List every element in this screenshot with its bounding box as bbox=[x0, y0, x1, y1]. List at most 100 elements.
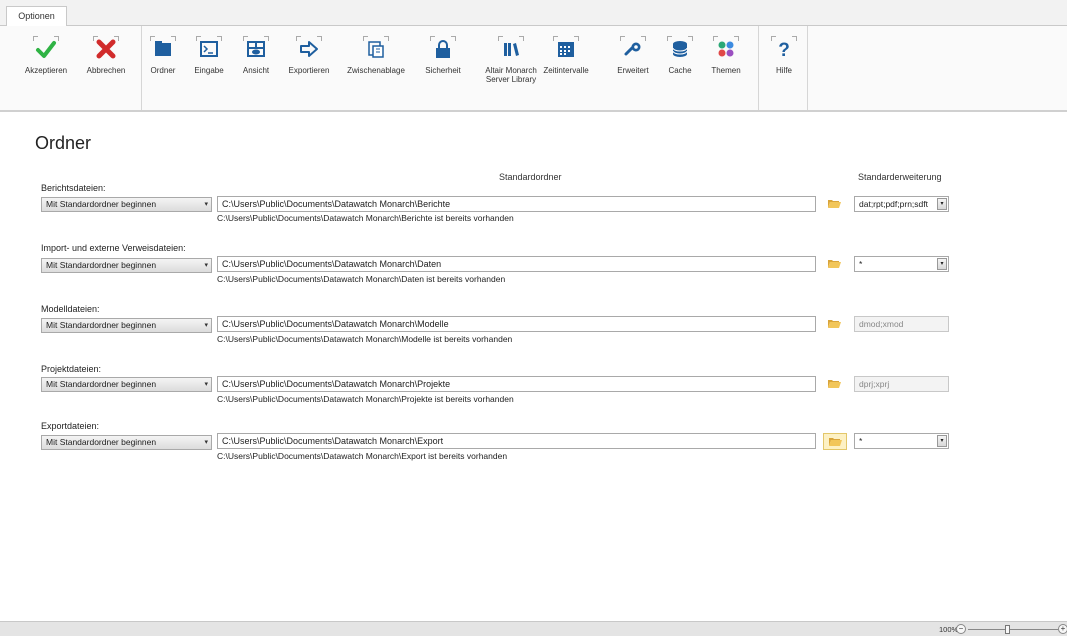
path-input-berichte[interactable]: C:\Users\Public\Documents\Datawatch Mona… bbox=[217, 196, 816, 212]
calendar-icon bbox=[553, 36, 579, 60]
mode-dropdown-berichte[interactable]: Mit Standardordner beginnen ▾ bbox=[41, 197, 212, 212]
page-title: Ordner bbox=[35, 133, 92, 153]
mode-value: Mit Standardordner beginnen bbox=[46, 320, 157, 330]
ribbon: Akzeptieren Abbrechen Ordner Eingabe Ans… bbox=[0, 26, 1067, 112]
accept-label: Akzeptieren bbox=[24, 66, 68, 75]
mode-value: Mit Standardordner beginnen bbox=[46, 379, 157, 389]
hilfe-label: Hilfe bbox=[775, 66, 792, 75]
cancel-button[interactable]: Abbrechen bbox=[84, 36, 128, 75]
ext-select-export[interactable]: * ▾ bbox=[854, 433, 949, 449]
ordner-label: Ordner bbox=[150, 66, 176, 75]
ribbon-exportieren-button[interactable]: Exportieren bbox=[284, 36, 334, 75]
folder-open-icon bbox=[828, 380, 841, 388]
accept-button[interactable]: Akzeptieren bbox=[22, 36, 70, 75]
ext-value: dat;rpt;pdf;prn;sdft bbox=[859, 199, 928, 209]
ansicht-label: Ansicht bbox=[242, 66, 270, 75]
view-icon bbox=[243, 36, 269, 60]
col-header-standarderweiterung: Standarderweiterung bbox=[858, 172, 942, 182]
exportieren-label: Exportieren bbox=[288, 66, 330, 75]
status-daten: C:\Users\Public\Documents\Datawatch Mona… bbox=[217, 274, 506, 284]
sicherheit-label: Sicherheit bbox=[425, 66, 461, 75]
path-input-export[interactable]: C:\Users\Public\Documents\Datawatch Mona… bbox=[217, 433, 816, 449]
ribbon-eingabe-button[interactable]: Eingabe bbox=[191, 36, 227, 75]
folder-open-icon bbox=[829, 438, 842, 446]
col-header-standardordner: Standardordner bbox=[499, 172, 562, 182]
mode-dropdown-export[interactable]: Mit Standardordner beginnen ▾ bbox=[41, 435, 212, 450]
browse-folder-button-daten[interactable] bbox=[823, 256, 847, 273]
ribbon-ansicht-button[interactable]: Ansicht bbox=[239, 36, 273, 75]
zoom-in-button[interactable]: + bbox=[1058, 624, 1067, 634]
folder-open-icon bbox=[828, 320, 841, 328]
ribbon-themen-button[interactable]: Themen bbox=[707, 36, 745, 75]
mode-dropdown-modelle[interactable]: Mit Standardordner beginnen ▾ bbox=[41, 318, 212, 333]
cache-label: Cache bbox=[668, 66, 692, 75]
status-modelle: C:\Users\Public\Documents\Datawatch Mona… bbox=[217, 334, 513, 344]
row-label-import: Import- und externe Verweisdateien: bbox=[41, 243, 186, 253]
palette-icon bbox=[713, 36, 739, 60]
zoom-slider-thumb[interactable] bbox=[1005, 625, 1010, 634]
eingabe-label: Eingabe bbox=[194, 66, 224, 75]
ribbon-group-categories: Ordner Eingabe Ansicht Exportieren Zwisc… bbox=[142, 26, 759, 110]
folder-icon bbox=[150, 36, 176, 60]
ribbon-group-help: ? Hilfe bbox=[759, 26, 808, 110]
row-label-projektdateien: Projektdateien: bbox=[41, 364, 102, 374]
chevron-down-icon: ▾ bbox=[937, 198, 947, 210]
browse-folder-button-export[interactable] bbox=[823, 433, 847, 450]
browse-folder-button-modelle[interactable] bbox=[823, 316, 847, 333]
ribbon-zwischenablage-button[interactable]: Zwischenablage bbox=[344, 36, 408, 75]
browse-folder-button-projekte[interactable] bbox=[823, 376, 847, 393]
tab-optionen[interactable]: Optionen bbox=[6, 6, 67, 27]
themen-label: Themen bbox=[711, 66, 741, 75]
row-label-exportdateien: Exportdateien: bbox=[41, 421, 100, 431]
ribbon-ordner-button[interactable]: Ordner bbox=[148, 36, 178, 75]
ribbon-cache-button[interactable]: Cache bbox=[664, 36, 696, 75]
ribbon-group-actions: Akzeptieren Abbrechen bbox=[0, 26, 142, 110]
mode-dropdown-daten[interactable]: Mit Standardordner beginnen ▾ bbox=[41, 258, 212, 273]
zwischenablage-label: Zwischenablage bbox=[347, 66, 405, 75]
path-input-projekte[interactable]: C:\Users\Public\Documents\Datawatch Mona… bbox=[217, 376, 816, 392]
browse-folder-button-berichte[interactable] bbox=[823, 196, 847, 213]
database-icon bbox=[667, 36, 693, 60]
path-input-modelle[interactable]: C:\Users\Public\Documents\Datawatch Mona… bbox=[217, 316, 816, 332]
mode-value: Mit Standardordner beginnen bbox=[46, 260, 157, 270]
chevron-down-icon: ▾ bbox=[204, 201, 208, 208]
chevron-down-icon: ▾ bbox=[937, 258, 947, 270]
folder-open-icon bbox=[828, 200, 841, 208]
status-export: C:\Users\Public\Documents\Datawatch Mona… bbox=[217, 451, 508, 461]
mode-dropdown-projekte[interactable]: Mit Standardordner beginnen ▾ bbox=[41, 377, 212, 392]
chevron-down-icon: ▾ bbox=[204, 262, 208, 269]
ext-select-daten[interactable]: * ▾ bbox=[854, 256, 949, 272]
server-library-label-2: Server Library bbox=[485, 75, 537, 84]
zoom-slider[interactable] bbox=[968, 629, 1058, 630]
zoom-out-button[interactable]: − bbox=[956, 624, 966, 634]
library-icon bbox=[498, 36, 524, 60]
row-label-berichtsdateien: Berichtsdateien: bbox=[41, 183, 106, 193]
mode-value: Mit Standardordner beginnen bbox=[46, 199, 157, 209]
ext-value: * bbox=[859, 436, 863, 446]
status-bar: 100% − + bbox=[0, 621, 1067, 636]
cancel-label: Abbrechen bbox=[86, 66, 126, 75]
row-label-modelldateien: Modelldateien: bbox=[41, 304, 100, 314]
ribbon-hilfe-button[interactable]: ? Hilfe bbox=[769, 36, 799, 75]
path-input-daten[interactable]: C:\Users\Public\Documents\Datawatch Mona… bbox=[217, 256, 816, 272]
export-arrow-icon bbox=[296, 36, 322, 60]
ext-value: * bbox=[859, 259, 863, 269]
zeitintervalle-label: Zeitintervalle bbox=[543, 66, 589, 75]
folder-open-icon bbox=[828, 260, 841, 268]
ext-select-berichte[interactable]: dat;rpt;pdf;prn;sdft ▾ bbox=[854, 196, 949, 212]
chevron-down-icon: ▾ bbox=[204, 439, 208, 446]
erweitert-label: Erweitert bbox=[617, 66, 649, 75]
mode-value: Mit Standardordner beginnen bbox=[46, 437, 157, 447]
lock-icon bbox=[430, 36, 456, 60]
wrench-gear-icon bbox=[620, 36, 646, 60]
status-projekte: C:\Users\Public\Documents\Datawatch Mona… bbox=[217, 394, 514, 404]
help-icon: ? bbox=[771, 36, 797, 61]
ribbon-zeitintervalle-button[interactable]: Zeitintervalle bbox=[535, 36, 597, 75]
terminal-icon bbox=[196, 36, 222, 60]
chevron-down-icon: ▾ bbox=[204, 381, 208, 388]
server-library-label: Altair Monarch bbox=[485, 66, 537, 75]
ribbon-erweitert-button[interactable]: Erweitert bbox=[613, 36, 653, 75]
ribbon-sicherheit-button[interactable]: Sicherheit bbox=[422, 36, 464, 75]
clipboard-icon bbox=[363, 36, 389, 60]
ext-field-projekte: dprj;xprj bbox=[854, 376, 949, 392]
